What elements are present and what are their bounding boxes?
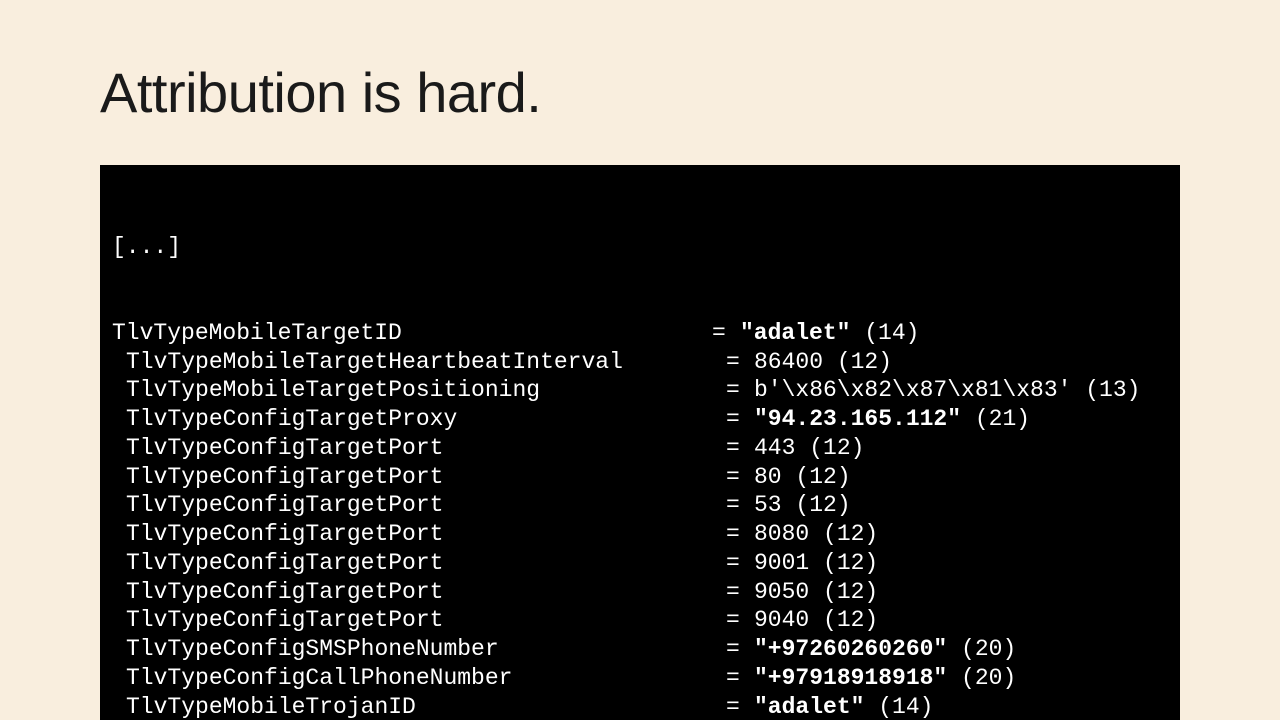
config-row: TlvTypeMobileTargetHeartbeatInterval= 86… [112,348,1168,377]
value-text: 9040 (12) [754,607,878,633]
config-value: 9040 (12) [754,606,878,635]
equals-sign: = [726,376,754,405]
slide-title: Attribution is hard. [100,60,1180,125]
equals-sign: = [726,520,754,549]
config-key: TlvTypeConfigTargetPort [112,520,726,549]
value-text: 9001 (12) [754,550,878,576]
config-row: TlvTypeConfigCallPhoneNumber= "+97918918… [112,664,1168,693]
value-text: 53 (12) [754,492,851,518]
config-row: TlvTypeConfigTargetPort= 9050 (12) [112,578,1168,607]
config-value: "+97260260260" (20) [754,635,1016,664]
equals-sign: = [726,578,754,607]
value-suffix: (21) [961,406,1030,432]
equals-sign: = [726,405,754,434]
config-row: TlvTypeConfigTargetPort= 80 (12) [112,463,1168,492]
config-row: TlvTypeConfigTargetPort= 53 (12) [112,491,1168,520]
value-highlight: "94.23.165.112" [754,406,961,432]
value-suffix: (20) [947,665,1016,691]
config-key: TlvTypeConfigCallPhoneNumber [112,664,726,693]
config-value: 9050 (12) [754,578,878,607]
config-value: "+97918918918" (20) [754,664,1016,693]
config-key: TlvTypeConfigTargetPort [112,491,726,520]
value-highlight: "+97918918918" [754,665,947,691]
value-text: b'\x86\x82\x87\x81\x83' (13) [754,377,1140,403]
value-text: 8080 (12) [754,521,878,547]
config-value: "adalet" (14) [754,693,933,720]
config-key: TlvTypeConfigTargetPort [112,463,726,492]
config-row: TlvTypeConfigTargetPort= 443 (12) [112,434,1168,463]
value-suffix: (20) [947,636,1016,662]
equals-sign: = [726,664,754,693]
equals-sign: = [726,606,754,635]
config-key: TlvTypeMobileTargetID [112,319,712,348]
config-key: TlvTypeMobileTargetPositioning [112,376,726,405]
config-value: b'\x86\x82\x87\x81\x83' (13) [754,376,1140,405]
config-row: TlvTypeConfigTargetPort= 9001 (12) [112,549,1168,578]
config-value: "94.23.165.112" (21) [754,405,1030,434]
config-value: 9001 (12) [754,549,878,578]
value-highlight: "+97260260260" [754,636,947,662]
value-highlight: "adalet" [740,320,850,346]
equals-sign: = [726,491,754,520]
slide: Attribution is hard. [...] TlvTypeMobile… [0,0,1280,720]
value-text: 80 (12) [754,464,851,490]
config-key: TlvTypeConfigTargetPort [112,434,726,463]
equals-sign: = [726,434,754,463]
config-rows: TlvTypeMobileTargetID= "adalet" (14)TlvT… [112,319,1168,720]
config-row: TlvTypeMobileTrojanID= "adalet" (14) [112,693,1168,720]
equals-sign: = [726,549,754,578]
config-value: 8080 (12) [754,520,878,549]
config-value: 443 (12) [754,434,864,463]
config-key: TlvTypeConfigTargetPort [112,578,726,607]
config-key: TlvTypeMobileTargetHeartbeatInterval [112,348,726,377]
config-row: TlvTypeMobileTargetPositioning= b'\x86\x… [112,376,1168,405]
config-value: 86400 (12) [754,348,892,377]
config-key: TlvTypeMobileTrojanID [112,693,726,720]
equals-sign: = [726,693,754,720]
config-key: TlvTypeConfigTargetProxy [112,405,726,434]
value-text: 443 (12) [754,435,864,461]
value-highlight: "adalet" [754,694,864,720]
ellipsis-top: [...] [112,233,1168,262]
config-row: TlvTypeConfigTargetPort= 8080 (12) [112,520,1168,549]
value-suffix: (14) [864,694,933,720]
equals-sign: = [726,463,754,492]
config-value: 53 (12) [754,491,851,520]
config-row: TlvTypeConfigSMSPhoneNumber= "+972602602… [112,635,1168,664]
config-key: TlvTypeConfigTargetPort [112,549,726,578]
config-value: "adalet" (14) [740,319,919,348]
config-row: TlvTypeConfigTargetPort= 9040 (12) [112,606,1168,635]
config-value: 80 (12) [754,463,851,492]
config-key: TlvTypeConfigTargetPort [112,606,726,635]
equals-sign: = [726,635,754,664]
equals-sign: = [726,348,754,377]
code-block: [...] TlvTypeMobileTargetID= "adalet" (1… [100,165,1180,720]
config-row: TlvTypeConfigTargetProxy= "94.23.165.112… [112,405,1168,434]
equals-sign: = [712,319,740,348]
value-text: 86400 (12) [754,349,892,375]
config-key: TlvTypeConfigSMSPhoneNumber [112,635,726,664]
config-row: TlvTypeMobileTargetID= "adalet" (14) [112,319,1168,348]
value-suffix: (14) [850,320,919,346]
value-text: 9050 (12) [754,579,878,605]
